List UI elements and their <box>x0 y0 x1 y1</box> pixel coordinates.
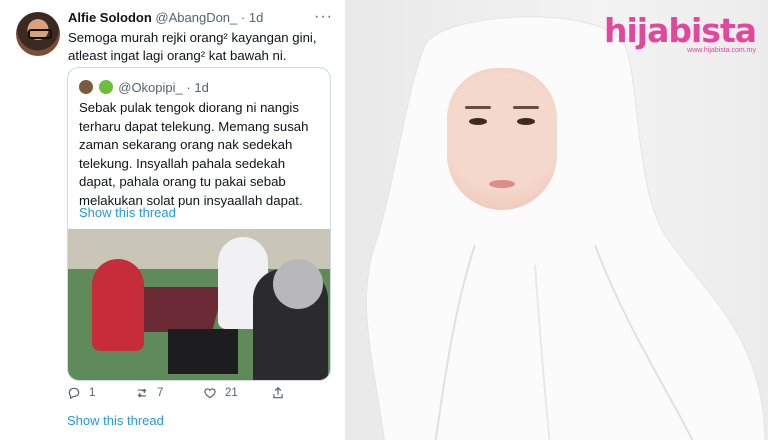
product-photo: hijabista www.hijabista.com.my <box>345 0 768 440</box>
share-icon <box>273 386 283 399</box>
separator-dot: · <box>240 10 246 25</box>
tweet-header: Alfie Solodon @AbangDon_ · 1d <box>68 10 263 25</box>
reply-icon <box>68 387 80 400</box>
right-eye <box>517 118 535 125</box>
photo-person-red <box>92 259 144 351</box>
quoted-tweet[interactable]: @Okopipi_ · 1d Sebak pulak tengok dioran… <box>67 67 331 381</box>
left-eye <box>469 118 487 125</box>
share-button[interactable] <box>271 386 285 400</box>
like-count: 21 <box>225 387 238 399</box>
retweet-count: 7 <box>157 387 164 399</box>
quoted-handle: @Okopipi_ <box>118 80 183 95</box>
left-brow <box>465 106 491 109</box>
brand-logo: hijabista <box>603 11 757 50</box>
brand-watermark: hijabista www.hijabista.com.my <box>603 11 757 54</box>
quoted-show-thread-link[interactable]: Show this thread <box>79 205 176 220</box>
tweet-actions: 1 7 21 <box>67 386 327 402</box>
quoted-tweet-header: @Okopipi_ · 1d <box>79 80 209 95</box>
quoted-separator: · <box>186 80 191 95</box>
model-face <box>447 68 557 210</box>
white-telekung <box>365 16 765 440</box>
reply-count: 1 <box>89 387 96 399</box>
tweet-time[interactable]: 1d <box>249 10 263 25</box>
author-handle[interactable]: @AbangDon_ <box>155 10 237 25</box>
reply-button[interactable]: 1 <box>67 386 95 400</box>
photo-person-dark-head <box>273 259 323 309</box>
heart-icon <box>204 388 216 399</box>
lips <box>489 180 515 188</box>
show-thread-link[interactable]: Show this thread <box>67 413 164 428</box>
avatar[interactable] <box>16 12 60 56</box>
quoted-time: 1d <box>194 80 209 95</box>
frog-emoji-icon <box>98 80 113 94</box>
quoted-avatar <box>79 80 93 94</box>
tweet-panel: Alfie Solodon @AbangDon_ · 1d ··· Semoga… <box>0 0 345 440</box>
right-brow <box>513 106 539 109</box>
tweet-text: Semoga murah rejki orang² kayangan gini,… <box>68 30 317 63</box>
quoted-tweet-photo[interactable] <box>68 229 330 380</box>
retweet-icon <box>137 388 147 398</box>
photo-box <box>168 329 238 374</box>
author-name[interactable]: Alfie Solodon <box>68 10 152 25</box>
like-button[interactable]: 21 <box>203 386 238 400</box>
quoted-tweet-text: Sebak pulak tengok diorang ni nangis ter… <box>79 100 309 208</box>
retweet-button[interactable]: 7 <box>135 386 163 400</box>
more-options-icon[interactable]: ··· <box>314 8 333 26</box>
